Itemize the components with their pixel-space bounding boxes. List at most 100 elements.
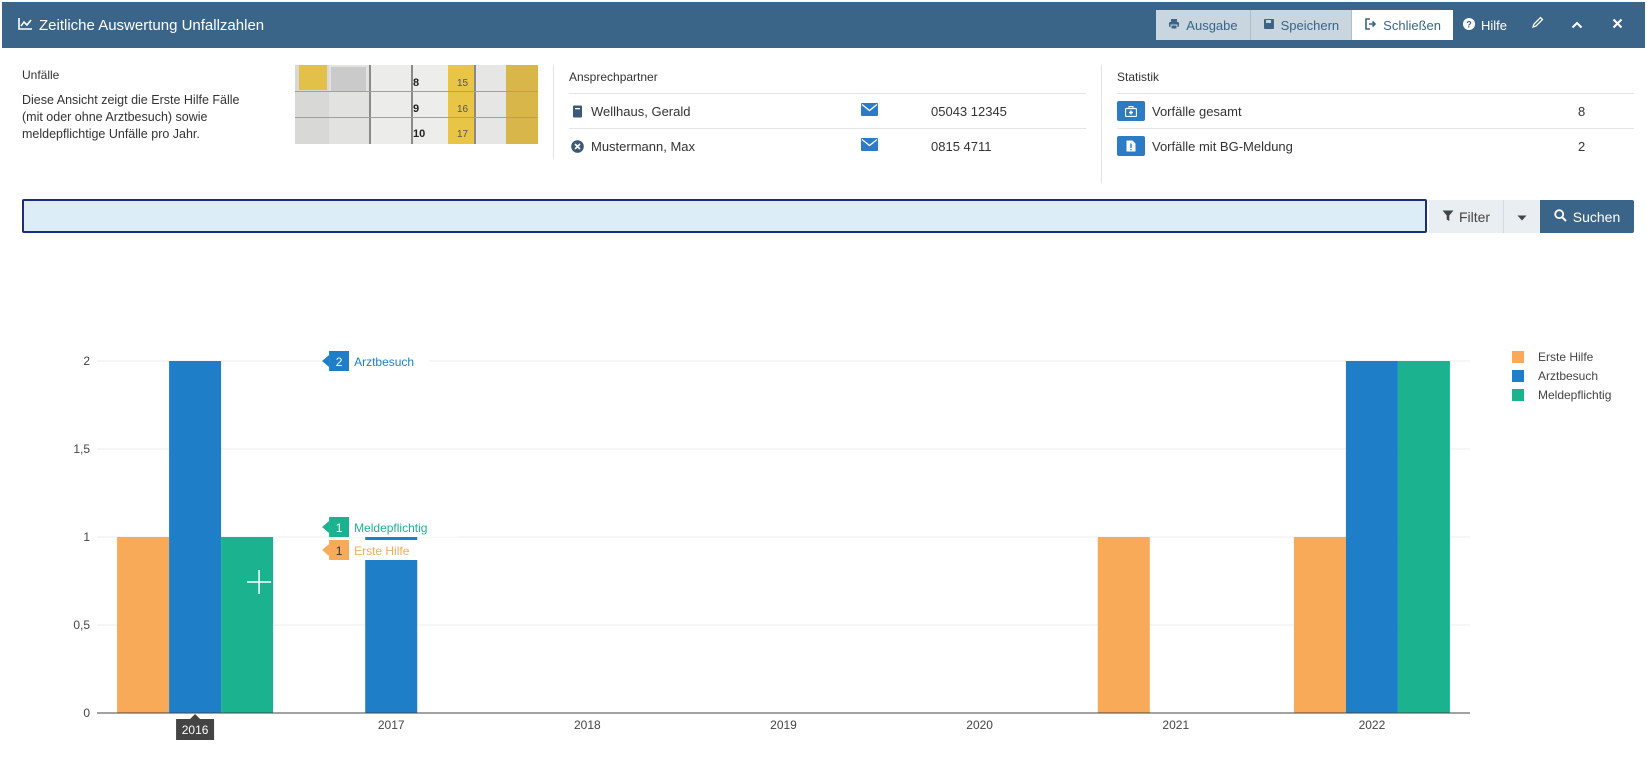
printer-icon xyxy=(1168,18,1186,33)
x-tick-label: 2017 xyxy=(378,718,405,732)
divider xyxy=(553,65,554,159)
search-icon xyxy=(1554,208,1573,225)
legend-label: Meldepflichtig xyxy=(1538,388,1611,402)
legend-swatch[interactable] xyxy=(1512,389,1524,401)
bar-arztbesuch[interactable] xyxy=(365,537,418,713)
close-button[interactable] xyxy=(1597,2,1637,48)
svg-text:8: 8 xyxy=(413,77,419,89)
accident-bar-chart[interactable]: 0 0,5 1 1,5 2 2017 2018 2019 2020 2021 2022 2016 2 Ar… xyxy=(0,250,1647,760)
legend-label: Erste Hilfe xyxy=(1538,350,1594,364)
contact-phone: 05043 12345 xyxy=(931,103,1007,119)
app-window: Zeitliche Auswertung Unfallzahlen Ausgab… xyxy=(0,0,1647,772)
title-bar: Zeitliche Auswertung Unfallzahlen Ausgab… xyxy=(2,2,1645,48)
svg-text:10: 10 xyxy=(413,128,425,140)
save-icon xyxy=(1263,18,1281,33)
y-tick-label: 0,5 xyxy=(73,618,90,632)
hover-tooltip-label: Erste Hilfe xyxy=(354,544,410,558)
svg-text:16: 16 xyxy=(457,104,469,115)
ausgabe-button[interactable]: Ausgabe xyxy=(1156,10,1251,40)
bar-arztbesuch[interactable] xyxy=(169,361,222,713)
bar-erste-hilfe[interactable] xyxy=(117,537,170,713)
y-tick-label: 2 xyxy=(83,354,90,368)
contacts-heading: Ansprechpartner xyxy=(569,70,658,84)
stat-value: 2 xyxy=(1578,138,1586,154)
file-alert-icon xyxy=(1117,136,1145,156)
speichern-label: Speichern xyxy=(1280,17,1340,33)
book-icon xyxy=(569,105,585,118)
edit-button[interactable] xyxy=(1517,2,1557,48)
svg-text:17: 17 xyxy=(457,129,469,140)
bar-meldepflichtig[interactable] xyxy=(1397,361,1450,713)
legend-swatch[interactable] xyxy=(1512,351,1524,363)
legend-label: Arztbesuch xyxy=(1538,369,1598,383)
contact-row: Wellhaus, Gerald 05043 12345 xyxy=(569,93,1086,128)
chevron-up-icon xyxy=(1571,16,1583,34)
hover-tooltip-pointer xyxy=(322,544,330,556)
bar-meldepflichtig[interactable] xyxy=(221,537,274,713)
speichern-button[interactable]: Speichern xyxy=(1250,10,1353,40)
stat-label: Vorfälle gesamt xyxy=(1152,103,1242,119)
contact-name: Mustermann, Max xyxy=(591,138,696,154)
window-title: Zeitliche Auswertung Unfallzahlen xyxy=(2,17,264,34)
schliessen-button[interactable]: Schließen xyxy=(1352,10,1453,40)
hover-tooltip-pointer xyxy=(322,521,330,533)
hover-tooltip-pointer xyxy=(322,355,330,367)
pencil-icon xyxy=(1531,16,1544,34)
line-chart-icon xyxy=(18,17,39,34)
hilfe-button[interactable]: ? Hilfe xyxy=(1453,10,1517,40)
info-heading: Unfälle xyxy=(22,68,60,82)
stat-value: 8 xyxy=(1578,103,1586,119)
envelope-icon xyxy=(861,138,878,151)
circle-x-icon xyxy=(569,139,585,153)
briefcase-medical-icon xyxy=(1117,101,1145,121)
y-tick-label: 0 xyxy=(83,706,90,720)
y-tick-label: 1,5 xyxy=(73,442,90,456)
hover-tooltip-value: 2 xyxy=(336,355,343,369)
search-button-label: Suchen xyxy=(1572,208,1621,225)
bar-arztbesuch[interactable] xyxy=(1345,361,1398,713)
x-hover-label: 2016 xyxy=(182,723,209,737)
x-tick-label: 2020 xyxy=(966,718,993,732)
hover-tooltip-value: 1 xyxy=(336,521,343,535)
filter-button[interactable]: Filter xyxy=(1429,200,1504,233)
svg-text:?: ? xyxy=(1466,19,1472,29)
contact-row: Mustermann, Max 0815 4711 xyxy=(569,128,1086,163)
filter-label: Filter xyxy=(1458,208,1491,225)
title-bar-actions: Ausgabe Speichern Schließen ? Hilfe xyxy=(1156,2,1637,48)
schliessen-label: Schließen xyxy=(1383,17,1441,33)
x-hover-pointer xyxy=(190,714,201,719)
window-title-text: Zeitliche Auswertung Unfallzahlen xyxy=(39,16,265,34)
bar-erste-hilfe[interactable] xyxy=(1293,537,1346,713)
close-icon xyxy=(1612,16,1623,34)
ausgabe-label: Ausgabe xyxy=(1186,17,1238,33)
stat-row[interactable]: Vorfälle gesamt 8 xyxy=(1117,93,1634,128)
envelope-icon xyxy=(861,103,878,116)
search-button[interactable]: Suchen xyxy=(1540,200,1634,233)
hover-tooltip-value: 1 xyxy=(336,544,343,558)
info-panel: Unfälle Diese Ansicht zeigt die Erste Hi… xyxy=(22,68,262,143)
collapse-button[interactable] xyxy=(1557,2,1597,48)
x-tick-label: 2018 xyxy=(574,718,601,732)
stats-heading: Statistik xyxy=(1117,70,1160,84)
x-tick-label: 2021 xyxy=(1162,718,1189,732)
contact-email-button[interactable] xyxy=(861,103,931,119)
question-circle-icon: ? xyxy=(1462,17,1481,33)
bar-erste-hilfe[interactable] xyxy=(1097,537,1150,713)
svg-text:15: 15 xyxy=(457,78,469,89)
filter-icon xyxy=(1442,209,1459,225)
hilfe-label: Hilfe xyxy=(1480,17,1507,33)
sign-out-icon xyxy=(1364,17,1383,33)
stat-row[interactable]: Vorfälle mit BG-Meldung 2 xyxy=(1117,128,1634,163)
stat-label: Vorfälle mit BG-Meldung xyxy=(1152,138,1293,154)
hover-tooltip-label: Arztbesuch xyxy=(354,355,414,369)
hover-tooltip-label: Meldepflichtig xyxy=(354,521,427,535)
legend-swatch[interactable] xyxy=(1512,370,1524,382)
info-text: Diese Ansicht zeigt die Erste Hilfe Fäll… xyxy=(22,93,240,141)
x-tick-label: 2019 xyxy=(770,718,797,732)
y-tick-label: 1 xyxy=(83,530,90,544)
contact-name: Wellhaus, Gerald xyxy=(591,103,691,119)
search-input[interactable] xyxy=(22,199,1427,233)
filter-dropdown-button[interactable] xyxy=(1504,200,1540,233)
contact-email-button[interactable] xyxy=(861,138,931,154)
x-tick-label: 2022 xyxy=(1359,718,1386,732)
